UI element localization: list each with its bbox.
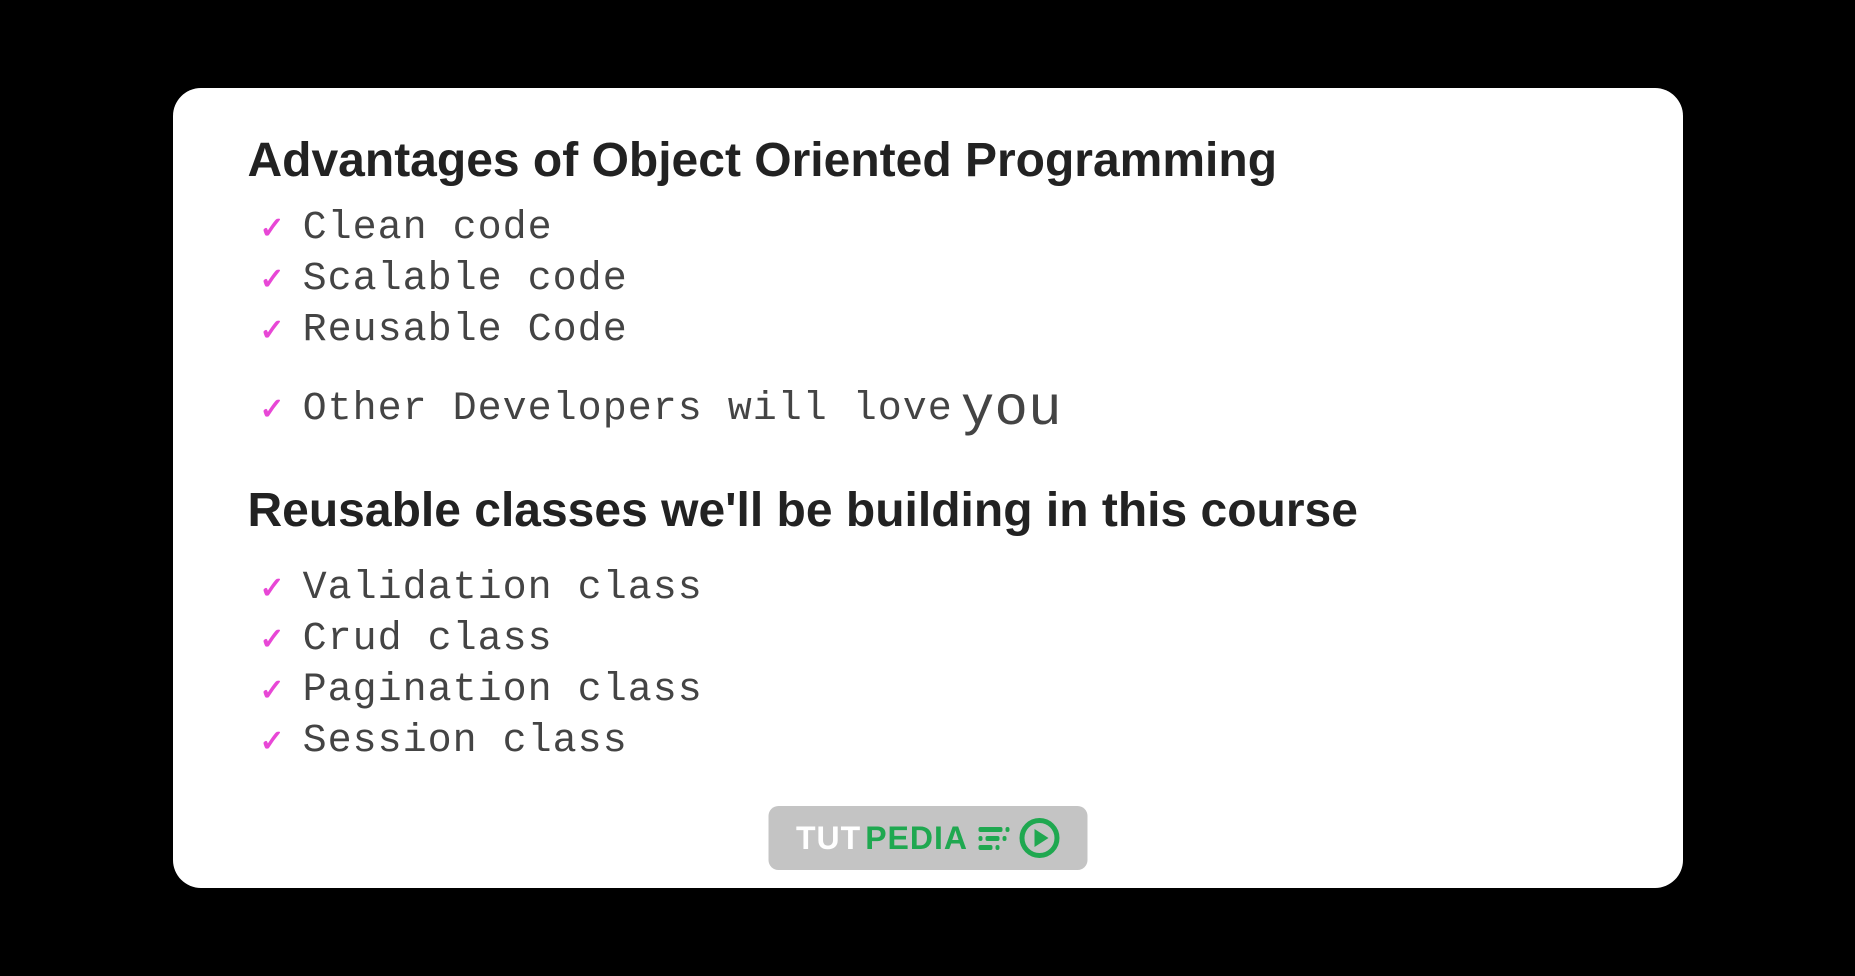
list-item: ✓ Pagination class <box>248 668 1608 713</box>
checkmark-icon: ✓ <box>260 262 285 297</box>
checkmark-icon: ✓ <box>260 211 285 246</box>
item-text: Other Developers will love <box>303 387 953 432</box>
item-text: Pagination class <box>303 668 703 713</box>
list-item: ✓ Crud class <box>248 617 1608 662</box>
item-text: Clean code <box>303 206 553 251</box>
checkmark-icon: ✓ <box>260 724 285 759</box>
list-item: ✓ Clean code <box>248 206 1608 251</box>
checkmark-icon: ✓ <box>260 313 285 348</box>
list-item: ✓ Other Developers will love you <box>248 377 1608 441</box>
classes-list: ✓ Validation class ✓ Crud class ✓ Pagina… <box>248 566 1608 764</box>
list-item: ✓ Session class <box>248 719 1608 764</box>
slide-content: Advantages of Object Oriented Programmin… <box>173 88 1683 888</box>
item-text: Reusable Code <box>303 308 628 353</box>
play-icon <box>1019 818 1059 858</box>
heading-reusable-classes: Reusable classes we'll be building in th… <box>248 483 1608 538</box>
item-text: Scalable code <box>303 257 628 302</box>
logo-text-pedia: PEDIA <box>865 820 968 857</box>
item-text: Crud class <box>303 617 553 662</box>
checkmark-icon: ✓ <box>260 571 285 606</box>
list-item: ✓ Validation class <box>248 566 1608 611</box>
checkmark-icon: ✓ <box>260 622 285 657</box>
checkmark-icon: ✓ <box>260 392 285 427</box>
logo-text-tut: TUT <box>796 820 861 857</box>
checkmark-icon: ✓ <box>260 673 285 708</box>
advantages-list: ✓ Clean code ✓ Scalable code ✓ Reusable … <box>248 206 1608 441</box>
list-item: ✓ Scalable code <box>248 257 1608 302</box>
tutpedia-logo: TUT PEDIA <box>768 806 1087 870</box>
heading-advantages: Advantages of Object Oriented Programmin… <box>248 133 1608 188</box>
item-text: Validation class <box>303 566 703 611</box>
list-item: ✓ Reusable Code <box>248 308 1608 353</box>
item-text: Session class <box>303 719 628 764</box>
item-text-emphasis: you <box>961 377 1062 441</box>
logo-speed-lines-icon <box>978 827 1009 850</box>
